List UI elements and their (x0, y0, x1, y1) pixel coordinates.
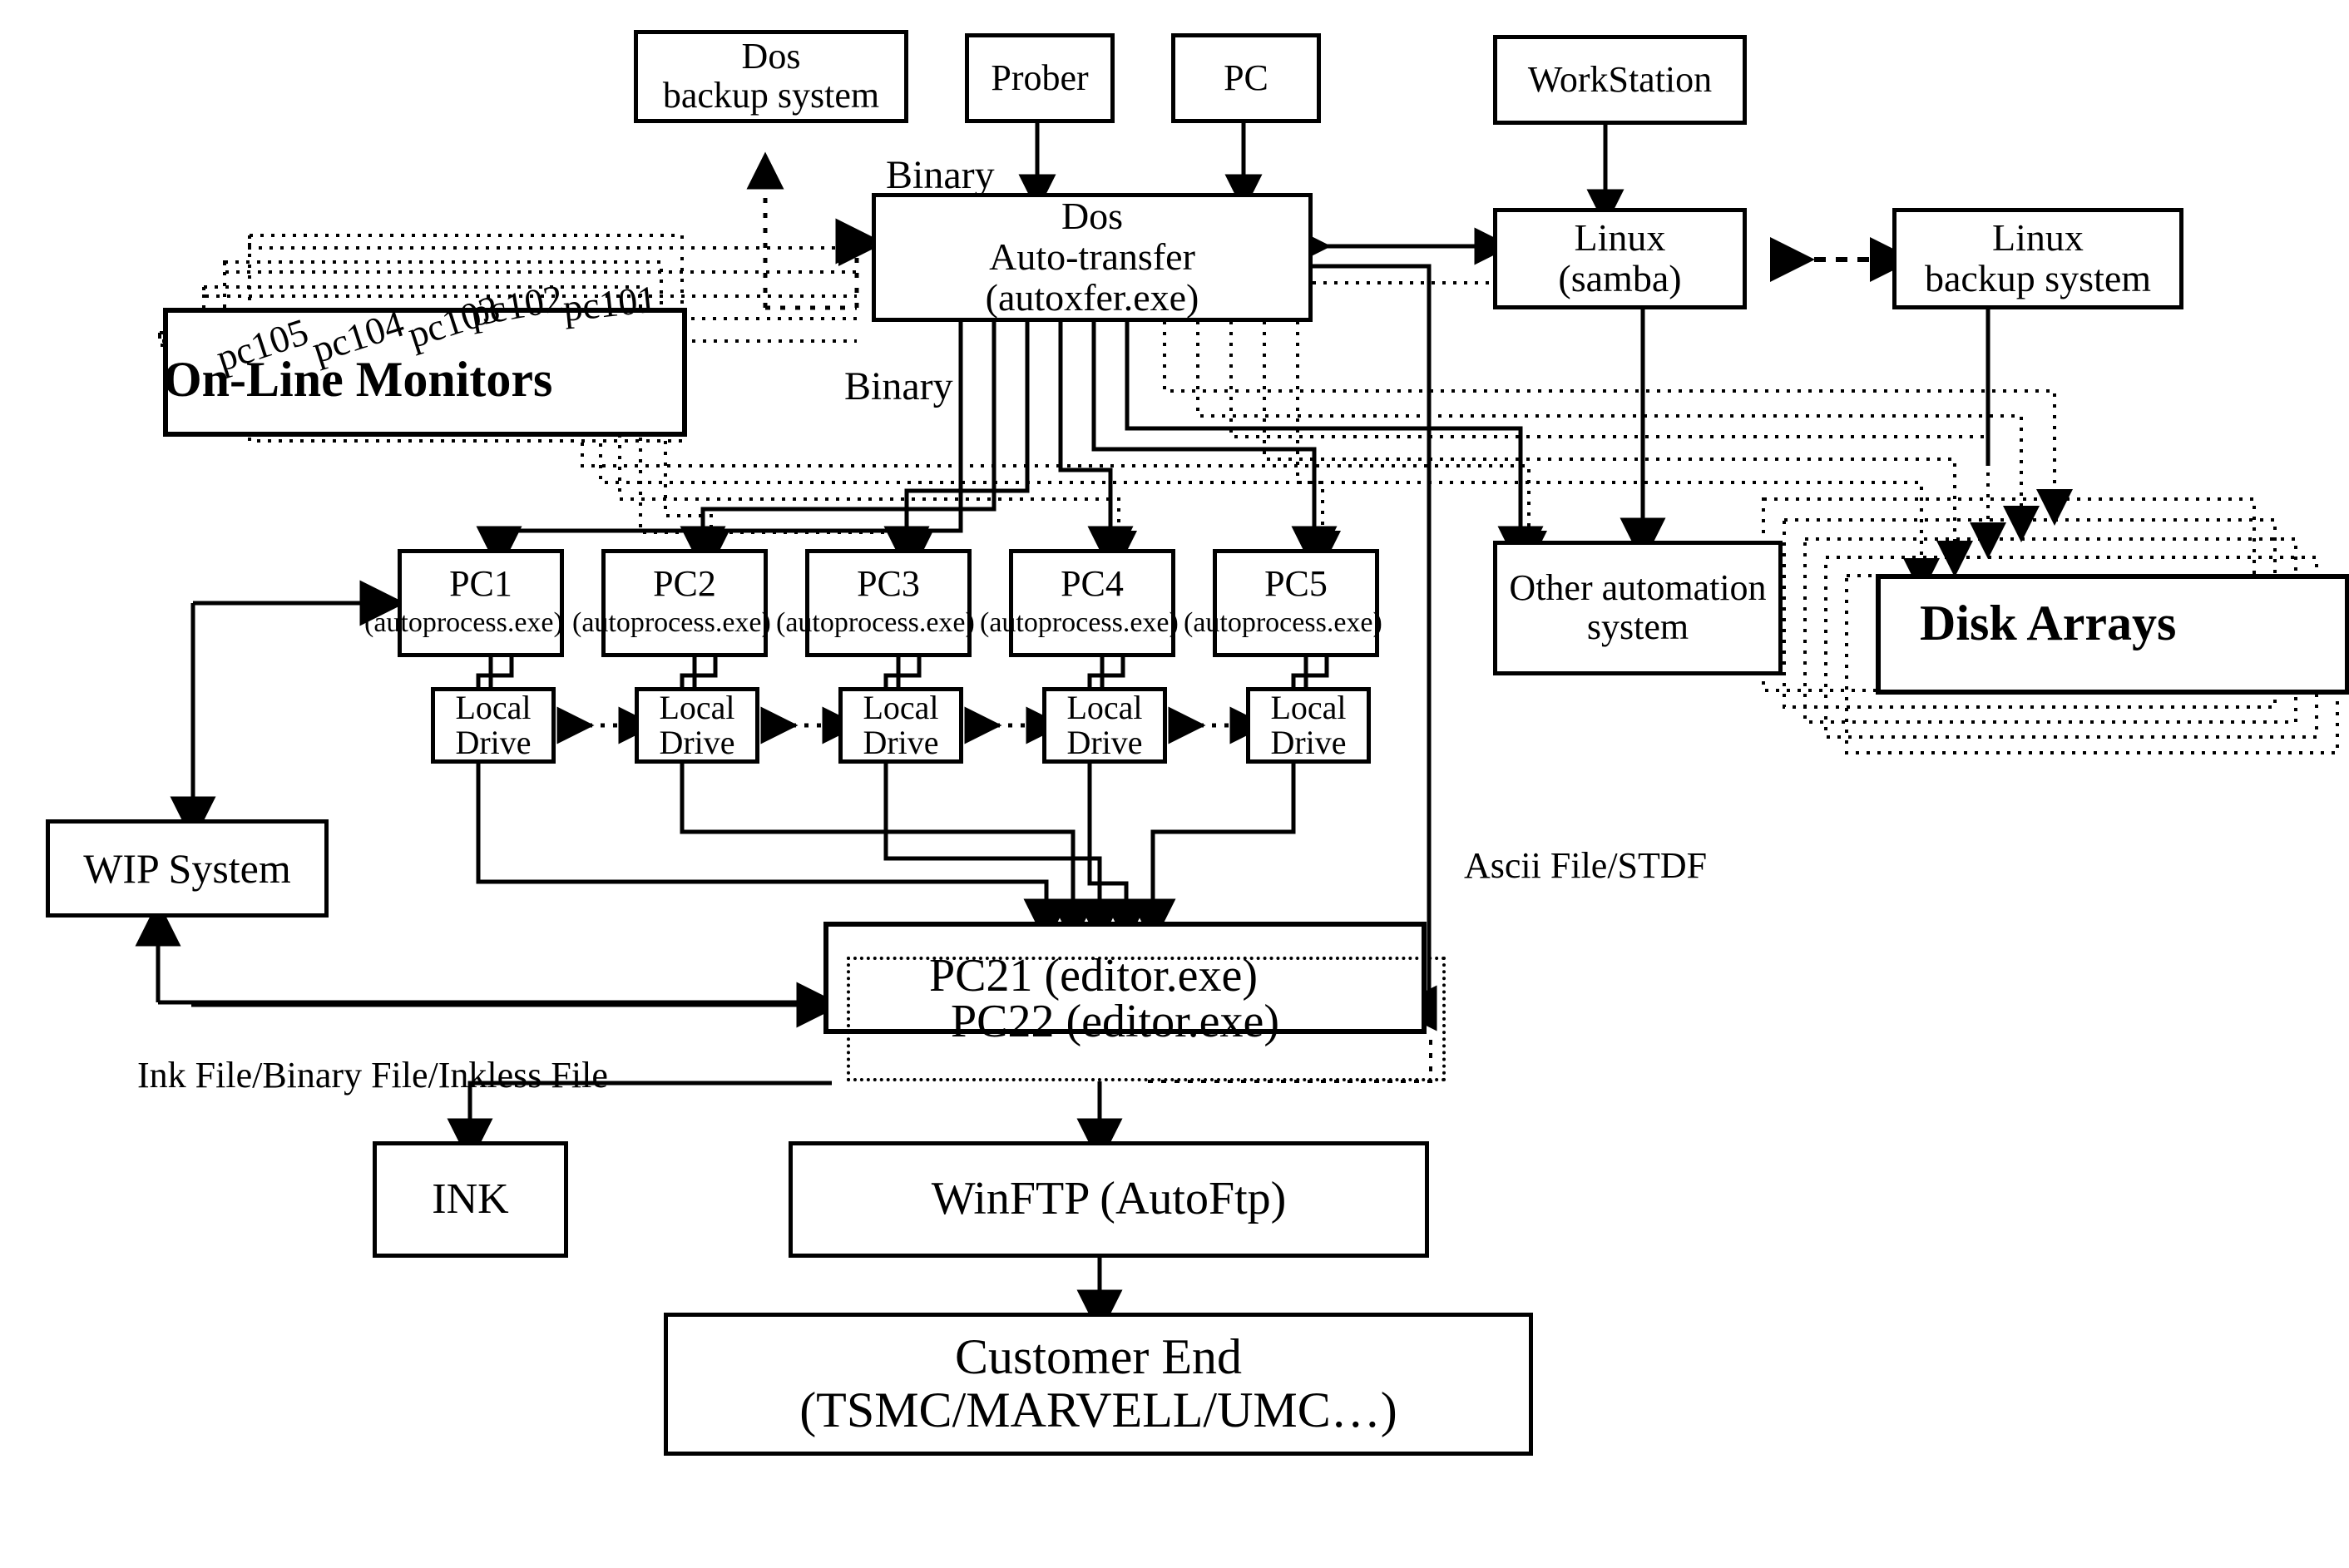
node-label-line: Local (659, 688, 735, 726)
node-label-line: Dos (741, 36, 801, 77)
edge-label-binary-top: Binary (886, 153, 995, 197)
node-local-drive-4[interactable]: Local Drive (1042, 687, 1167, 764)
node-pc2[interactable]: PC2 (601, 549, 768, 657)
node-label-line: INK (432, 1175, 509, 1224)
node-label-line: (autoxfer.exe) (985, 275, 1199, 319)
node-label-line: WinFTP (AutoFtp) (931, 1173, 1287, 1225)
edge-label-binary-mid: Binary (844, 364, 953, 408)
node-label-line: Local (863, 688, 939, 726)
diagram-canvas: Dos backup system Prober PC WorkStation … (0, 0, 2349, 1568)
node-pc5[interactable]: PC5 (1213, 549, 1379, 657)
node-label-pc22: PC22 (editor.exe) (951, 996, 1280, 1047)
node-local-drive-1[interactable]: Local Drive (431, 687, 556, 764)
node-pc1[interactable]: PC1 (398, 549, 564, 657)
node-dos-auto-transfer[interactable]: Dos Auto-transfer (autoxfer.exe) (872, 193, 1313, 322)
node-other-automation-system[interactable]: Other automation system (1493, 541, 1783, 675)
node-label-line: Auto-transfer (989, 235, 1195, 279)
node-linux-backup-system[interactable]: Linux backup system (1892, 208, 2183, 309)
node-local-drive-5[interactable]: Local Drive (1246, 687, 1371, 764)
node-prober[interactable]: Prober (965, 33, 1115, 123)
node-label-line: PC5 (1264, 563, 1328, 604)
node-label-line: WIP System (83, 844, 291, 892)
node-pc5-exe: (autoprocess.exe) (1184, 607, 1382, 638)
node-linux-samba[interactable]: Linux (samba) (1493, 208, 1747, 309)
node-label-line: PC1 (449, 563, 512, 604)
edge-label-ink-binary-inkless: Ink File/Binary File/Inkless File (137, 1055, 608, 1096)
node-label-line: PC2 (653, 563, 716, 604)
node-label-line: Linux (1574, 216, 1666, 260)
node-label-line: Other automation (1509, 567, 1767, 609)
node-label-line: Local (455, 688, 532, 726)
node-local-drive-3[interactable]: Local Drive (838, 687, 963, 764)
node-label-line: Drive (1270, 724, 1347, 761)
node-workstation[interactable]: WorkStation (1493, 35, 1747, 125)
node-label-line: Customer End (955, 1329, 1242, 1385)
node-label-disk-arrays: Disk Arrays (1920, 596, 2177, 650)
node-winftp[interactable]: WinFTP (AutoFtp) (789, 1141, 1429, 1258)
node-pc1-exe: (autoprocess.exe) (364, 607, 563, 638)
node-label-line: Local (1270, 688, 1347, 726)
node-label-line: backup system (662, 75, 880, 116)
node-pc3-exe: (autoprocess.exe) (776, 607, 975, 638)
node-label-line: Drive (659, 724, 735, 761)
node-label-line: backup system (1924, 257, 2152, 299)
node-pc4[interactable]: PC4 (1009, 549, 1175, 657)
node-dos-backup-system[interactable]: Dos backup system (634, 30, 908, 123)
node-label-line: (TSMC/MARVELL/UMC…) (799, 1383, 1397, 1437)
node-label-line: Dos (1061, 195, 1124, 238)
node-label-line: Drive (455, 724, 532, 761)
node-pc2-exe: (autoprocess.exe) (572, 607, 771, 638)
node-label-line: Linux (1992, 216, 2084, 260)
node-label-line: Prober (991, 57, 1089, 98)
node-label-line: PC3 (857, 563, 920, 604)
node-label-line: PC4 (1061, 563, 1124, 604)
node-pc-top[interactable]: PC (1171, 33, 1321, 123)
node-label-line: Drive (1066, 724, 1143, 761)
node-label-line: Drive (863, 724, 939, 761)
edge-label-ascii-stdf: Ascii File/STDF (1464, 845, 1708, 886)
node-wip-system[interactable]: WIP System (46, 819, 329, 918)
node-ink[interactable]: INK (373, 1141, 568, 1258)
node-pc4-exe: (autoprocess.exe) (980, 607, 1179, 638)
node-local-drive-2[interactable]: Local Drive (635, 687, 759, 764)
node-label-line: PC (1224, 57, 1268, 98)
node-label-line: system (1586, 606, 1689, 647)
node-label-line: WorkStation (1527, 58, 1713, 100)
node-label-line: Local (1066, 688, 1143, 726)
node-pc3[interactable]: PC3 (805, 549, 972, 657)
node-label-line: (samba) (1558, 257, 1682, 299)
node-customer-end[interactable]: Customer End (TSMC/MARVELL/UMC…) (664, 1313, 1533, 1456)
